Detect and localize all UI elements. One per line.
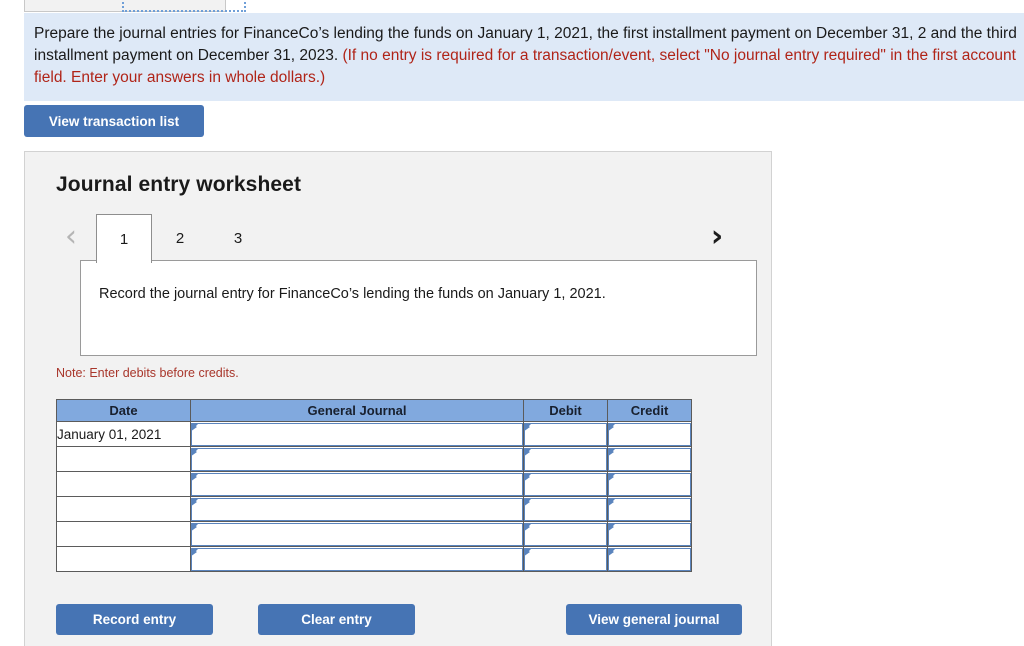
debit-cell-2[interactable]: [523, 471, 608, 497]
general-journal-input-3[interactable]: [191, 497, 523, 521]
date-cell-1[interactable]: [56, 446, 191, 472]
general-journal-cell-2[interactable]: [190, 471, 524, 497]
date-cell-4[interactable]: [56, 521, 191, 547]
credit-input-3[interactable]: [608, 497, 691, 521]
debit-input-4[interactable]: [524, 522, 607, 546]
debit-input-1[interactable]: [524, 447, 607, 471]
table-row: [56, 546, 692, 572]
general-journal-cell-0[interactable]: [190, 421, 524, 447]
tab-2[interactable]: 2: [152, 214, 208, 263]
column-header-general-journal: General Journal: [190, 399, 524, 422]
table-header-row: Date General Journal Debit Credit: [56, 399, 692, 422]
general-journal-cell-5[interactable]: [190, 546, 524, 572]
date-cell-2[interactable]: [56, 471, 191, 497]
table-row: [56, 521, 692, 547]
debit-input-5[interactable]: [524, 547, 607, 571]
credit-cell-1[interactable]: [607, 446, 692, 472]
view-general-journal-button[interactable]: View general journal: [566, 604, 742, 635]
column-header-date: Date: [56, 399, 191, 422]
table-row: [56, 471, 692, 497]
credit-cell-3[interactable]: [607, 496, 692, 522]
credit-cell-0[interactable]: [607, 421, 692, 447]
credit-cell-5[interactable]: [607, 546, 692, 572]
credit-input-1[interactable]: [608, 447, 691, 471]
general-journal-input-5[interactable]: [191, 547, 523, 571]
journal-entry-worksheet-panel: Journal entry worksheet ‹ › 1 2 3 Record…: [24, 151, 772, 646]
view-transaction-list-button[interactable]: View transaction list: [24, 105, 204, 137]
tab-1[interactable]: 1: [96, 214, 152, 263]
general-journal-cell-4[interactable]: [190, 521, 524, 547]
debit-cell-4[interactable]: [523, 521, 608, 547]
worksheet-prompt-box: Record the journal entry for FinanceCo’s…: [80, 260, 757, 356]
debit-input-0[interactable]: [524, 422, 607, 446]
column-header-debit: Debit: [523, 399, 608, 422]
credit-cell-4[interactable]: [607, 521, 692, 547]
chevron-right-icon[interactable]: ›: [702, 218, 732, 256]
debit-cell-5[interactable]: [523, 546, 608, 572]
general-journal-input-2[interactable]: [191, 472, 523, 496]
table-row: [56, 446, 692, 472]
credit-input-4[interactable]: [608, 522, 691, 546]
column-header-credit: Credit: [607, 399, 692, 422]
general-journal-input-0[interactable]: [191, 422, 523, 446]
tab-3[interactable]: 3: [210, 214, 266, 263]
table-row: January 01, 2021: [56, 421, 692, 447]
page-root: Prepare the journal entries for FinanceC…: [0, 0, 1024, 646]
instruction-banner: Prepare the journal entries for FinanceC…: [24, 13, 1024, 101]
worksheet-tabstrip: ‹ › 1 2 3: [56, 212, 756, 263]
date-cell-3[interactable]: [56, 496, 191, 522]
clear-entry-button[interactable]: Clear entry: [258, 604, 415, 635]
debit-cell-0[interactable]: [523, 421, 608, 447]
focus-outline-dotted: [122, 0, 246, 12]
debit-input-3[interactable]: [524, 497, 607, 521]
general-journal-cell-3[interactable]: [190, 496, 524, 522]
debit-cell-1[interactable]: [523, 446, 608, 472]
date-cell-5[interactable]: [56, 546, 191, 572]
credit-input-0[interactable]: [608, 422, 691, 446]
instruction-text-line1: Prepare the journal entries for FinanceC…: [34, 25, 927, 42]
general-journal-input-4[interactable]: [191, 522, 523, 546]
journal-entry-table: Date General Journal Debit Credit Januar…: [56, 399, 692, 572]
worksheet-prompt-text: Record the journal entry for FinanceCo’s…: [99, 286, 606, 302]
credit-input-5[interactable]: [608, 547, 691, 571]
debit-input-2[interactable]: [524, 472, 607, 496]
general-journal-input-1[interactable]: [191, 447, 523, 471]
credit-cell-2[interactable]: [607, 471, 692, 497]
record-entry-button[interactable]: Record entry: [56, 604, 213, 635]
debit-cell-3[interactable]: [523, 496, 608, 522]
table-row: [56, 496, 692, 522]
general-journal-cell-1[interactable]: [190, 446, 524, 472]
page-title: Journal entry worksheet: [56, 173, 302, 196]
chevron-left-icon[interactable]: ‹: [56, 218, 86, 256]
date-cell-0: January 01, 2021: [56, 421, 191, 447]
credit-input-2[interactable]: [608, 472, 691, 496]
debits-before-credits-note: Note: Enter debits before credits.: [56, 366, 239, 380]
